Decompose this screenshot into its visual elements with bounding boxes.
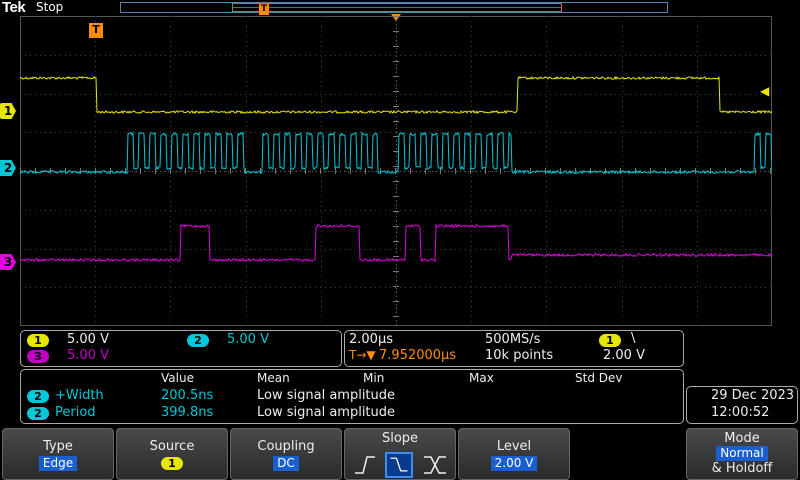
measurement-panel: Value Mean Min Max Std Dev 2 +Width 200.… <box>20 369 684 424</box>
ch1-badge: 1 <box>27 334 49 347</box>
meas1-mean: Low signal amplitude <box>257 388 396 403</box>
trigger-coupling-value: DC <box>273 456 299 471</box>
trigger-slope-falling-icon: \ <box>631 331 636 346</box>
trigger-source-button[interactable]: Source 1 <box>116 428 228 480</box>
delay-icon: T→▼ <box>349 348 376 362</box>
meas2-source-badge: 2 <box>27 407 49 420</box>
record-length: 10k points <box>485 348 554 363</box>
trigger-type-value: Edge <box>38 456 78 471</box>
meas2-value: 399.8ns <box>161 405 214 420</box>
ch1-waveform <box>20 75 772 115</box>
trigger-source-value: 1 <box>161 457 183 470</box>
trigger-level-button[interactable]: Level 2.00 V <box>458 428 570 480</box>
record-view-line <box>233 7 561 8</box>
horizontal-trigger-panel: 2.00µs 500MS/s 1 \ T→▼ 7.952000µs 10k po… <box>344 330 684 367</box>
date-display: 29 Dec 2023 <box>711 388 795 403</box>
record-trigger-badge: T <box>259 4 269 15</box>
ch3-waveform <box>20 223 772 263</box>
trigger-level-label: Level <box>496 439 532 454</box>
ch1-ground-marker[interactable]: 1 <box>0 103 16 119</box>
trigger-mode-label: Mode <box>724 431 760 446</box>
meas1-value: 200.5ns <box>161 388 214 403</box>
timebase: 2.00µs <box>349 332 393 347</box>
meas-header-max: Max <box>469 371 494 385</box>
trigger-coupling-label: Coupling <box>257 439 315 454</box>
meas1-source-badge: 2 <box>27 390 49 403</box>
trigger-slope-label: Slope <box>381 431 419 446</box>
ch3-badge: 3 <box>27 350 49 363</box>
slope-either-icon[interactable] <box>421 452 449 478</box>
slope-falling-icon[interactable] <box>385 452 413 478</box>
trigger-mode-button[interactable]: Mode Normal & Holdoff <box>686 428 798 480</box>
trigger-source-badge: 1 <box>599 334 621 347</box>
trigger-type-button[interactable]: Type Edge <box>2 428 114 480</box>
ch2-ground-marker[interactable]: 2 <box>0 160 16 176</box>
trigger-source-label: Source <box>149 439 195 454</box>
ch1-scale: 5.00 V <box>67 332 109 347</box>
datetime-panel: 29 Dec 2023 12:00:52 <box>686 386 798 424</box>
trigger-level: 2.00 V <box>603 348 645 363</box>
ch2-badge: 2 <box>187 334 209 347</box>
trigger-mode-sub: & Holdoff <box>711 461 773 476</box>
ch2-scale: 5.00 V <box>227 332 269 347</box>
trigger-slope-button[interactable]: Slope <box>344 428 456 480</box>
meas2-name: Period <box>55 405 96 420</box>
trigger-position-marker[interactable]: T <box>89 23 103 38</box>
trigger-coupling-button[interactable]: Coupling DC <box>230 428 342 480</box>
tek-logo: Tek <box>2 0 26 16</box>
meas2-mean: Low signal amplitude <box>257 405 396 420</box>
trigger-level-arrow-icon[interactable]: ◀ <box>760 84 769 98</box>
trigger-mode-value: Normal <box>716 446 768 461</box>
meas1-name: +Width <box>55 388 104 403</box>
meas-header-value: Value <box>161 371 194 385</box>
meas-header-min: Min <box>363 371 385 385</box>
time-display: 12:00:52 <box>711 405 770 420</box>
meas-header-std-dev: Std Dev <box>575 371 623 385</box>
ch3-scale: 5.00 V <box>67 348 109 363</box>
sample-rate: 500MS/s <box>485 332 541 347</box>
horizontal-delay: 7.952000µs <box>379 348 457 363</box>
vertical-settings-panel: 1 5.00 V 2 5.00 V 3 5.00 V <box>20 330 342 367</box>
meas-header-mean: Mean <box>257 371 290 385</box>
ch3-ground-marker[interactable]: 3 <box>0 254 16 270</box>
slope-rising-icon[interactable] <box>351 452 379 478</box>
acquisition-status: Stop <box>36 0 64 14</box>
trigger-level-value: 2.00 V <box>490 456 538 471</box>
trigger-type-label: Type <box>43 439 73 454</box>
waveform-graticule[interactable] <box>20 16 772 326</box>
